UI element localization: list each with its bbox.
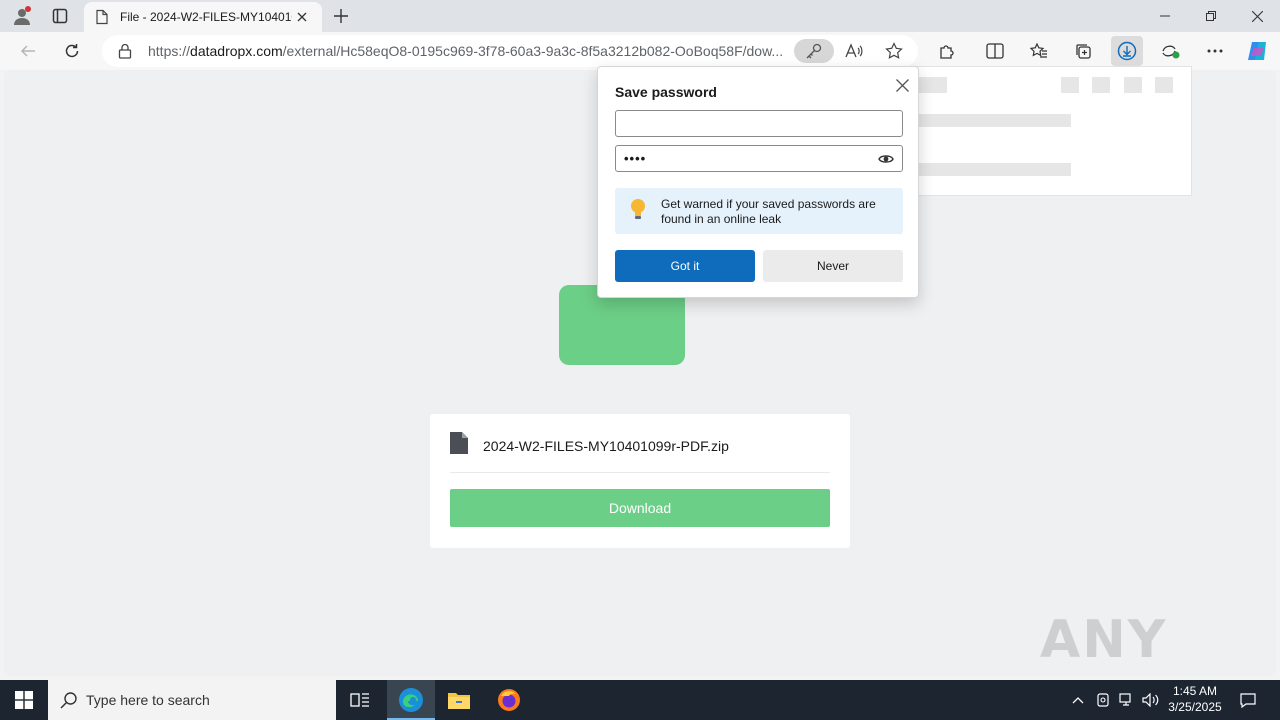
tab-bar: File - 2024-W2-FILES-MY10401099r-PDF.zip xyxy=(0,0,1280,32)
clock-time: 1:45 AM xyxy=(1172,684,1218,698)
got-it-button[interactable]: Got it xyxy=(615,250,755,282)
tab-title: File - 2024-W2-FILES-MY10401099r-PDF.zip xyxy=(120,10,292,24)
refresh-button[interactable] xyxy=(57,36,87,66)
notifications-icon[interactable] xyxy=(1234,680,1262,720)
url-host: datadropx.com xyxy=(190,43,283,59)
tray-chevron-icon[interactable] xyxy=(1068,680,1088,720)
volume-icon[interactable] xyxy=(1140,680,1162,720)
profile-icon[interactable] xyxy=(8,4,36,28)
file-card: 2024-W2-FILES-MY10401099r-PDF.zip Downlo… xyxy=(430,414,850,548)
file-explorer-icon[interactable] xyxy=(435,680,483,720)
search-icon xyxy=(60,692,77,709)
system-clock[interactable]: 1:45 AM 3/25/2025 xyxy=(1160,683,1230,715)
favorite-star-icon[interactable] xyxy=(880,39,908,63)
download-button[interactable]: Download xyxy=(450,489,830,527)
clock-date: 3/25/2025 xyxy=(1168,700,1222,714)
split-screen-icon[interactable] xyxy=(979,36,1011,66)
performance-icon[interactable] xyxy=(1155,36,1187,66)
minimize-button[interactable] xyxy=(1142,0,1188,32)
address-bar[interactable]: https://datadropx.com/external/Hc58eqO8-… xyxy=(102,35,918,67)
tab-close-icon[interactable] xyxy=(292,7,312,27)
windows-icon xyxy=(15,691,33,709)
back-button[interactable] xyxy=(13,36,43,66)
lightbulb-icon xyxy=(631,199,645,219)
file-name: 2024-W2-FILES-MY10401099r-PDF.zip xyxy=(483,438,729,454)
start-button[interactable] xyxy=(0,680,48,720)
task-view-icon[interactable] xyxy=(336,680,384,720)
url-path: /external/Hc58eqO8-0195c969-3f78-60a3-9a… xyxy=(282,43,784,59)
copilot-icon[interactable] xyxy=(1242,36,1274,66)
new-tab-button[interactable] xyxy=(328,4,354,28)
firefox-icon[interactable] xyxy=(485,680,533,720)
downloads-icon[interactable] xyxy=(1111,36,1143,66)
browser-toolbar: https://datadropx.com/external/Hc58eqO8-… xyxy=(0,32,1280,70)
password-key-icon[interactable] xyxy=(794,39,834,63)
more-menu-icon[interactable] xyxy=(1199,36,1231,66)
read-aloud-icon[interactable] xyxy=(840,39,868,63)
url-scheme: https:// xyxy=(148,43,191,59)
tip-text: Get warned if your saved passwords are f… xyxy=(661,197,876,226)
never-button[interactable]: Never xyxy=(763,250,903,282)
tab-active[interactable]: File - 2024-W2-FILES-MY10401099r-PDF.zip xyxy=(84,2,322,32)
anyrun-watermark: ANY RUN xyxy=(1040,610,1170,676)
password-field[interactable] xyxy=(615,145,903,172)
save-password-dialog: Save password Get warned if your saved p… xyxy=(597,66,919,298)
divider xyxy=(450,472,830,473)
tab-actions-icon[interactable] xyxy=(46,4,74,28)
taskbar-search[interactable]: Type here to search xyxy=(48,680,336,720)
taskbar: Type here to search 1:45 AM 3/25/2025 xyxy=(0,680,1280,720)
dialog-close-icon[interactable] xyxy=(890,73,914,97)
network-icon[interactable] xyxy=(1116,680,1138,720)
background-panel xyxy=(914,66,1192,196)
file-icon xyxy=(450,432,468,454)
close-window-button[interactable] xyxy=(1234,0,1280,32)
edge-taskbar-icon[interactable] xyxy=(387,680,435,720)
favorites-icon[interactable] xyxy=(1023,36,1055,66)
lock-icon[interactable] xyxy=(116,42,134,60)
username-field[interactable] xyxy=(615,110,903,137)
dialog-title: Save password xyxy=(615,84,717,100)
restore-button[interactable] xyxy=(1188,0,1234,32)
search-placeholder: Type here to search xyxy=(86,692,210,708)
collections-icon[interactable] xyxy=(1067,36,1099,66)
leak-warning-tip: Get warned if your saved passwords are f… xyxy=(615,188,903,234)
page-icon xyxy=(96,9,108,25)
extensions-icon[interactable] xyxy=(931,36,963,66)
device-icon[interactable] xyxy=(1093,680,1113,720)
show-password-icon[interactable] xyxy=(876,150,896,168)
